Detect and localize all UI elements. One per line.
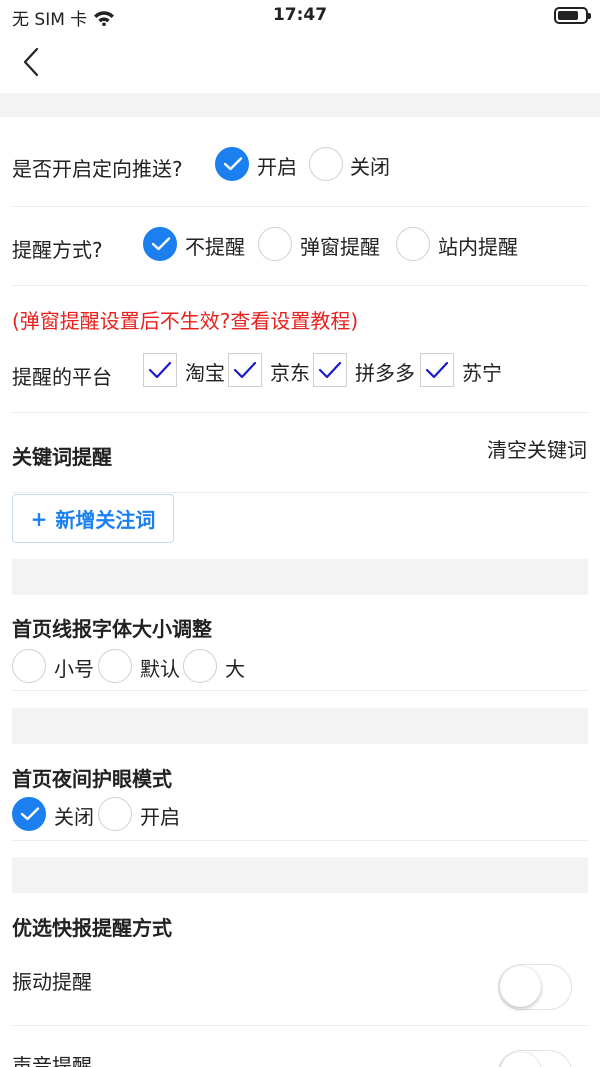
- font-small-radio[interactable]: [12, 649, 46, 683]
- push-on-radio[interactable]: [215, 147, 249, 181]
- remind-inapp-radio[interactable]: [396, 227, 430, 261]
- font-default-label[interactable]: 默认: [140, 653, 180, 682]
- checkmark-icon: [425, 361, 449, 379]
- add-keyword-button[interactable]: + 新增关注词: [12, 494, 174, 543]
- platform-suning-label[interactable]: 苏宁: [462, 357, 502, 386]
- add-keyword-label: 新增关注词: [55, 508, 156, 532]
- back-icon[interactable]: [16, 46, 48, 78]
- sound-remind-label: 声音提醒: [12, 1054, 92, 1067]
- toggle-knob: [500, 966, 541, 1007]
- remind-inapp-label[interactable]: 站内提醒: [438, 231, 518, 260]
- font-default-radio[interactable]: [98, 649, 132, 683]
- keywords-title: 关键词提醒: [12, 445, 112, 469]
- platform-suning-checkbox[interactable]: [420, 353, 454, 387]
- section-gap: [12, 559, 588, 595]
- battery-icon: [554, 7, 591, 24]
- quick-remind-title: 优选快报提醒方式: [12, 916, 172, 940]
- clear-keywords-button[interactable]: 清空关键词: [487, 434, 587, 463]
- divider: [12, 840, 588, 841]
- nav-bar: [0, 34, 600, 92]
- push-on-label[interactable]: 开启: [257, 151, 297, 180]
- divider: [12, 690, 588, 691]
- night-on-label[interactable]: 开启: [140, 801, 180, 830]
- platform-jd-checkbox[interactable]: [228, 353, 262, 387]
- checkmark-icon: [151, 237, 171, 251]
- push-label: 是否开启定向推送?: [12, 157, 183, 181]
- divider: [12, 206, 588, 207]
- font-large-label[interactable]: 大: [225, 653, 245, 682]
- platform-jd-label[interactable]: 京东: [270, 357, 310, 386]
- night-on-radio[interactable]: [98, 797, 132, 831]
- divider: [12, 412, 588, 413]
- font-small-label[interactable]: 小号: [54, 653, 94, 682]
- remind-none-radio[interactable]: [143, 227, 177, 261]
- platform-pdd-checkbox[interactable]: [313, 353, 347, 387]
- vibrate-remind-toggle[interactable]: [498, 964, 572, 1010]
- platform-taobao-label[interactable]: 淘宝: [185, 357, 225, 386]
- night-off-label[interactable]: 关闭: [54, 801, 94, 830]
- remind-popup-label[interactable]: 弹窗提醒: [300, 231, 380, 260]
- sound-remind-toggle[interactable]: [498, 1050, 572, 1067]
- divider: [12, 1025, 588, 1026]
- remind-mode-label: 提醒方式?: [12, 238, 103, 262]
- checkmark-icon: [20, 807, 40, 821]
- status-time: 17:47: [272, 5, 328, 25]
- checkmark-icon: [223, 157, 243, 171]
- checkmark-icon: [148, 361, 172, 379]
- settings-tutorial-link[interactable]: (弹窗提醒设置后不生效?查看设置教程): [12, 305, 358, 334]
- toggle-knob: [500, 1052, 541, 1067]
- remind-popup-radio[interactable]: [258, 227, 292, 261]
- platform-taobao-checkbox[interactable]: [143, 353, 177, 387]
- platform-pdd-label[interactable]: 拼多多: [355, 357, 415, 386]
- vibrate-remind-label: 振动提醒: [12, 970, 92, 994]
- remind-none-label[interactable]: 不提醒: [185, 231, 245, 260]
- section-gap: [12, 708, 588, 744]
- checkmark-icon: [318, 361, 342, 379]
- checkmark-icon: [233, 361, 257, 379]
- divider: [12, 285, 588, 286]
- platforms-label: 提醒的平台: [12, 365, 112, 389]
- night-off-radio[interactable]: [12, 797, 46, 831]
- plus-icon: +: [30, 506, 48, 531]
- status-bar: 无 SIM 卡 17:47: [0, 0, 600, 34]
- push-off-radio[interactable]: [309, 147, 343, 181]
- section-gap: [12, 857, 588, 893]
- font-large-radio[interactable]: [183, 649, 217, 683]
- night-mode-title: 首页夜间护眼模式: [12, 767, 172, 791]
- font-size-title: 首页线报字体大小调整: [12, 617, 212, 641]
- section-gap: [0, 93, 600, 117]
- divider: [12, 492, 588, 493]
- push-off-label[interactable]: 关闭: [350, 151, 390, 180]
